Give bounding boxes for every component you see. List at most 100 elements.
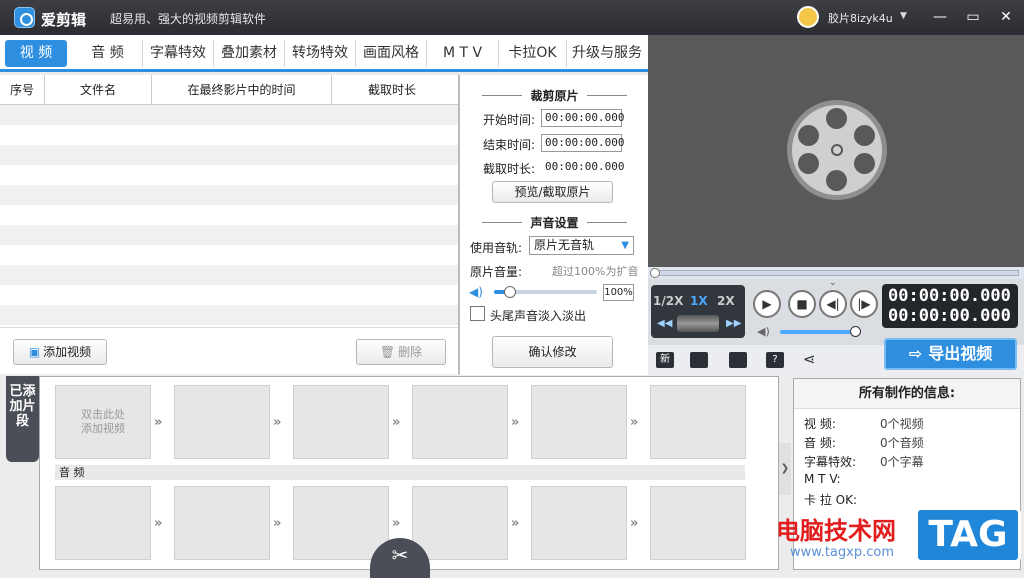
save-icon[interactable] (729, 352, 747, 368)
tab-picture-style[interactable]: 画面风格 (356, 40, 427, 67)
export-icon: ⇨ (908, 344, 923, 363)
minimize-button[interactable]: — (929, 7, 951, 27)
playback-progress-knob[interactable] (650, 268, 660, 278)
transition-arrow-icon: » (511, 415, 520, 430)
volume-slider[interactable] (494, 286, 597, 298)
transition-arrow-icon: » (273, 516, 282, 531)
next-frame-button[interactable]: |▶ (850, 290, 878, 318)
fade-checkbox[interactable] (470, 306, 485, 321)
panel-collapse-button[interactable]: ❯ (779, 443, 791, 495)
tag-logo: TAG (915, 507, 1021, 563)
volume-input[interactable]: 100% (603, 284, 634, 301)
transition-arrow-icon: » (630, 516, 639, 531)
audio-slot[interactable] (531, 486, 627, 560)
timecode-display: 00:00:00.000 00:00:00.000 (882, 284, 1018, 328)
delete-label: 删除 (398, 345, 423, 359)
previous-frame-icon: ◀| (826, 297, 840, 311)
video-slot[interactable] (293, 385, 389, 459)
audio-track-label: 使用音轨: (470, 241, 523, 255)
clip-table-footer: ▣ 添加视频 🗑 删除 (0, 327, 459, 374)
info-row-key: 视 频: (804, 417, 836, 431)
duration-value: 00:00:00.000 (545, 160, 625, 173)
table-row (0, 245, 458, 265)
rewind-icon[interactable]: ◀◀ (657, 318, 672, 329)
add-video-button[interactable]: ▣ 添加视频 (13, 339, 107, 365)
add-video-slot[interactable]: 双击此处 添加视频 (55, 385, 151, 459)
audio-track-title: 音 频 (55, 465, 745, 480)
audio-slot[interactable] (650, 486, 746, 560)
volume-hint: 超过100%为扩音 (552, 265, 639, 278)
speed-1x[interactable]: 1X (690, 294, 708, 308)
speed-2x[interactable]: 2X (717, 294, 735, 308)
table-row (0, 125, 458, 145)
transition-arrow-icon: » (392, 415, 401, 430)
timecode-current: 00:00:00.000 (888, 286, 1011, 306)
stop-button[interactable]: ■ (788, 290, 816, 318)
confirm-changes-button[interactable]: 确认修改 (492, 336, 613, 368)
info-row-key: 字幕特效: (804, 455, 857, 469)
video-slot[interactable] (174, 385, 270, 459)
transition-arrow-icon: » (154, 415, 163, 430)
video-slot[interactable] (531, 385, 627, 459)
audio-slot[interactable] (174, 486, 270, 560)
table-header: 序号 文件名 在最终影片中的时间 截取时长 (0, 75, 458, 105)
audio-track-select[interactable]: 原片无音轨 ▼ (529, 236, 634, 255)
info-row-value: 0个视频 (880, 417, 924, 431)
tab-video[interactable]: 视 频 (5, 40, 67, 67)
username[interactable]: 胶片8izyk4u (828, 10, 893, 26)
add-video-slot-line2: 添加视频 (81, 422, 125, 435)
play-button[interactable]: ▶ (753, 290, 781, 318)
transition-arrow-icon: » (630, 415, 639, 430)
maximize-button[interactable]: ▭ (962, 7, 984, 27)
fast-forward-icon[interactable]: ▶▶ (726, 318, 741, 329)
export-video-button[interactable]: ⇨ 导出视频 (884, 338, 1017, 370)
new-project-icon[interactable]: 新 (656, 352, 674, 368)
audio-slot[interactable] (293, 486, 389, 560)
tab-audio[interactable]: 音 频 (73, 40, 143, 67)
play-icon: ▶ (762, 297, 772, 311)
previous-frame-button[interactable]: ◀| (819, 290, 847, 318)
tab-mtv[interactable]: M T V (427, 40, 499, 67)
audio-slot[interactable] (55, 486, 151, 560)
playback-progress-bar[interactable] (655, 270, 1019, 276)
audio-slot[interactable] (412, 486, 508, 560)
chevron-down-icon[interactable]: ▼ (900, 11, 907, 21)
scissors-icon: ✂ (391, 543, 409, 567)
user-avatar[interactable] (797, 6, 819, 28)
tab-subtitle-effects[interactable]: 字幕特效 (143, 40, 214, 67)
collapse-chevron-icon[interactable]: ⌄ (829, 278, 837, 288)
tab-upgrade-service[interactable]: 升级与服务 (567, 40, 647, 67)
end-time-label: 结束时间: (483, 138, 536, 152)
column-header-time-in-movie: 在最终影片中的时间 (152, 75, 332, 105)
start-time-input[interactable]: 00:00:00.000 (541, 109, 624, 127)
app-name: 爱剪辑 (41, 11, 87, 29)
end-time-input[interactable]: 00:00:00.000 (541, 134, 624, 152)
delete-button[interactable]: 🗑 删除 (356, 339, 446, 365)
speed-half[interactable]: 1/2X (653, 294, 683, 308)
add-video-icon: ▣ (28, 345, 41, 359)
player-volume-slider[interactable] (780, 326, 861, 337)
tab-transitions[interactable]: 转场特效 (285, 40, 356, 67)
trash-icon: 🗑 (379, 345, 396, 359)
add-video-label: 添加视频 (43, 345, 92, 359)
video-slot[interactable] (650, 385, 746, 459)
jog-wheel[interactable] (677, 315, 719, 332)
volume-slider-knob[interactable] (504, 286, 516, 298)
preview-crop-button[interactable]: 预览/截取原片 (492, 181, 613, 203)
start-time-label: 开始时间: (483, 113, 536, 127)
added-clips-tab[interactable]: 已添加片段 (6, 376, 39, 462)
close-button[interactable]: ✕ (995, 7, 1017, 27)
audio-track-value: 原片无音轨 (534, 238, 595, 252)
crop-section-title: 裁剪原片 (460, 87, 649, 104)
export-video-label: 导出视频 (928, 344, 993, 363)
tab-overlay[interactable]: 叠加素材 (214, 40, 285, 67)
video-slot[interactable] (412, 385, 508, 459)
folder-icon[interactable] (690, 352, 708, 368)
info-panel-title: 所有制作的信息: (794, 379, 1020, 409)
transition-arrow-icon: » (154, 516, 163, 531)
table-row (0, 285, 458, 305)
help-icon[interactable]: ? (766, 352, 784, 368)
share-icon[interactable]: ⋖ (803, 350, 816, 368)
player-volume-knob[interactable] (850, 326, 861, 337)
tab-karaoke[interactable]: 卡拉OK (499, 40, 567, 67)
